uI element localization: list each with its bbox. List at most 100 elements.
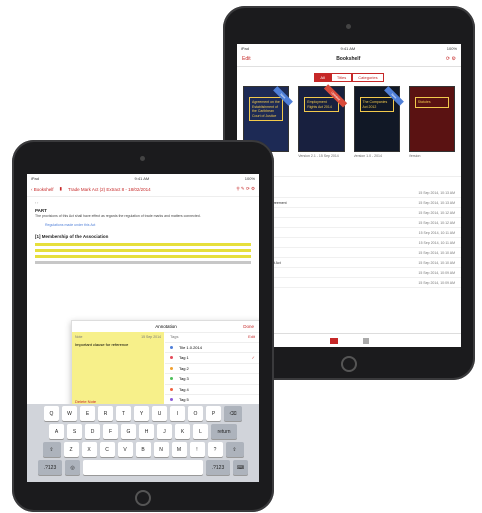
key[interactable]: N (153, 442, 169, 457)
paragraph: The provisions of this Act shall have ef… (35, 213, 201, 218)
key[interactable]: W (62, 406, 77, 421)
tag-color-dot (170, 356, 173, 360)
back-button[interactable]: ‹ Bookshelf (31, 187, 54, 192)
key[interactable]: E (80, 406, 95, 421)
recent-date: 15 Sep 2014, 10:13 AM (418, 190, 455, 195)
keyboard: Q W E R T Y U I O P ⌫ A S D F G H J K Lreturn ⇧ Z X C V B N M!? ⇧ … (27, 404, 259, 482)
key[interactable]: Y (134, 406, 149, 421)
back-label: Bookshelf (33, 186, 54, 192)
tag-row[interactable]: Tile 1.0.2014 (165, 343, 259, 353)
key[interactable]: U (152, 406, 167, 421)
highlighted-line[interactable] (35, 249, 251, 253)
done-button[interactable]: Done (243, 324, 254, 329)
note-label: Note (75, 335, 83, 339)
tag-color-dot (170, 345, 173, 349)
key[interactable]: L (193, 424, 208, 439)
key[interactable]: K (175, 424, 190, 439)
carrier: iPad (31, 175, 40, 181)
bookmark-icon[interactable]: ▮ (60, 186, 62, 192)
key[interactable]: ! (189, 442, 205, 457)
ipad-front: iPad 9:41 AM 100% ‹ Bookshelf ▮ Trade Ma… (12, 140, 274, 512)
book-cover[interactable]: Statutes (408, 86, 455, 152)
key[interactable]: O (188, 406, 203, 421)
segment-all[interactable]: All (314, 73, 331, 82)
key[interactable]: V (117, 442, 133, 457)
numbers-key-right[interactable]: .?123 (206, 460, 230, 475)
tag-row[interactable]: Tag 3 (165, 374, 259, 385)
toolbar-icons[interactable]: ⚲ ✎ ⟳ ⚙ (236, 186, 255, 192)
book-item[interactable]: Statutes Version (408, 86, 455, 172)
tag-color-dot (170, 377, 173, 381)
subsection-heading: [1] Membership of the Association (35, 233, 109, 239)
tag-color-dot (170, 387, 173, 391)
tag-row[interactable]: Tag 4 (165, 385, 259, 395)
key[interactable]: P (206, 406, 221, 421)
highlighted-line[interactable] (35, 243, 251, 247)
tag-name: Tag 4 (179, 386, 189, 392)
book-item[interactable]: The Companies Act 2012 New Version 1.0 - 2… (353, 86, 404, 172)
carrier: iPad (241, 45, 250, 51)
key[interactable]: ? (207, 442, 223, 457)
key[interactable]: Z (63, 442, 79, 457)
shift-icon[interactable]: ⇧ (42, 442, 61, 457)
book-item[interactable]: Employment Rights Act 2014 Updated Version… (298, 84, 348, 172)
key[interactable]: Q (44, 406, 59, 421)
edit-tags-button[interactable]: Edit (248, 334, 255, 339)
key[interactable]: B (135, 442, 151, 457)
tags-header: Tags Edit (165, 332, 259, 343)
annotation-popover: Annotation Done Note 15 Sep 2014 Importa… (71, 320, 259, 408)
home-button[interactable] (135, 490, 151, 506)
nav-bar: Edit Bookshelf ⟳ ⚙ (237, 52, 461, 67)
space-key[interactable] (83, 460, 203, 475)
tags-header-label: Tags (170, 334, 179, 340)
key[interactable]: I (170, 406, 185, 421)
key[interactable]: H (139, 424, 154, 439)
shift-icon-right[interactable]: ⇧ (225, 442, 244, 457)
tag-row[interactable]: Tag 1 ✓ (165, 353, 259, 364)
key[interactable]: S (67, 424, 82, 439)
tag-name: Tag 1 (179, 355, 189, 361)
sync-icon[interactable]: ⟳ ⚙ (446, 56, 456, 62)
key[interactable]: T (116, 406, 131, 421)
highlighted-line[interactable] (35, 255, 251, 259)
home-button[interactable] (341, 356, 357, 372)
tag-color-dot (170, 398, 173, 402)
book-title: Agreement on the Establishment of the Ca… (249, 97, 284, 122)
keyboard-dismiss-icon[interactable]: ⌨ (233, 460, 248, 475)
tag-row[interactable]: Tag 2 (165, 364, 259, 374)
book-cover[interactable]: Employment Rights Act 2014 Updated (298, 84, 348, 152)
key[interactable]: C (99, 442, 115, 457)
page-title: Bookshelf (336, 56, 361, 62)
book-cover[interactable]: The Companies Act 2012 New (353, 86, 404, 152)
segment-categories[interactable]: Categories (352, 73, 384, 82)
store-tab-icon[interactable] (362, 337, 369, 344)
key[interactable]: G (121, 424, 136, 439)
bookshelf-tab-icon[interactable] (329, 337, 338, 344)
camera (140, 156, 145, 161)
key[interactable]: D (85, 424, 100, 439)
tag-name: Tile 1.0.2014 (179, 344, 202, 350)
segment-control: All Titles Categories (237, 73, 461, 82)
key[interactable]: X (81, 442, 97, 457)
backspace-icon[interactable]: ⌫ (224, 406, 242, 421)
cross-reference-link[interactable]: Regulations made under this Act (45, 223, 251, 229)
key[interactable]: A (49, 424, 64, 439)
return-key[interactable]: return (211, 424, 237, 439)
globe-icon[interactable]: ◎ (65, 460, 80, 475)
book-meta: Version 1.0 - 2014 (353, 154, 382, 158)
key[interactable]: R (98, 406, 113, 421)
edit-button[interactable]: Edit (242, 56, 251, 62)
popover-title: Annotation (155, 324, 177, 329)
note-area[interactable]: Note 15 Sep 2014 Important clause for re… (72, 332, 164, 407)
key[interactable]: M (171, 442, 187, 457)
recent-date: 15 Sep 2014, 10:11 AM (418, 230, 455, 235)
book-title: Statutes (414, 97, 449, 108)
key[interactable]: J (157, 424, 172, 439)
recent-date: 15 Sep 2014, 10:09 AM (418, 270, 455, 275)
numbers-key[interactable]: .?123 (38, 460, 62, 475)
clock: 9:41 AM (340, 45, 356, 51)
key[interactable]: F (103, 424, 118, 439)
note-text[interactable]: Important clause for reference (75, 342, 161, 347)
segment-titles[interactable]: Titles (330, 73, 353, 82)
recent-date: 15 Sep 2014, 10:11 AM (418, 240, 455, 245)
